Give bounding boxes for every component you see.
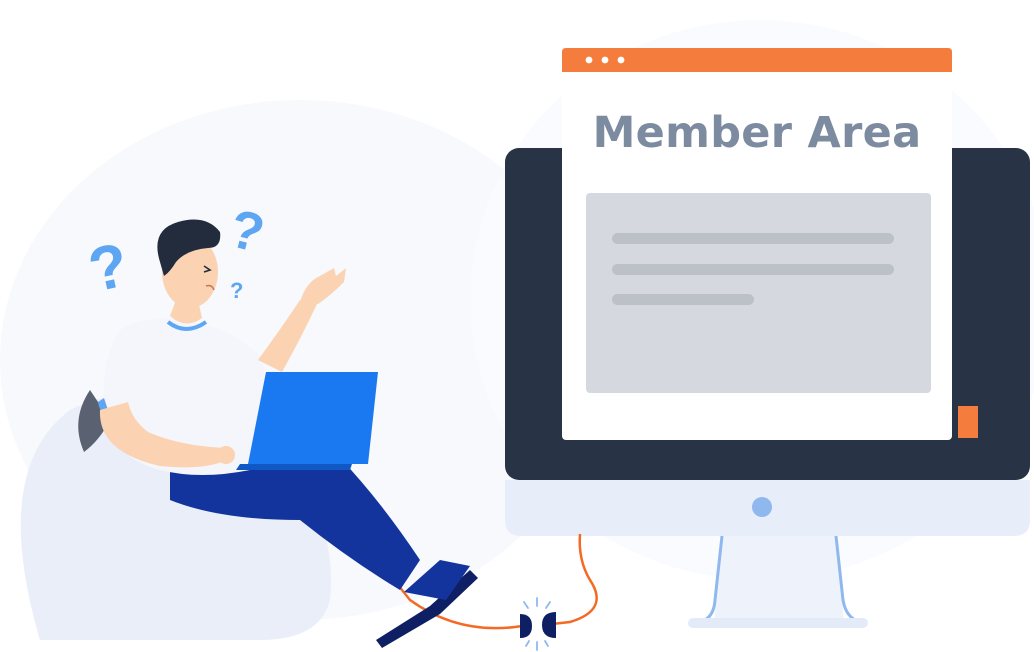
- monitor-base: [688, 618, 868, 628]
- window-shadow-accent: [958, 406, 978, 438]
- question-mark-small-icon: ?: [230, 278, 243, 303]
- content-line: [612, 264, 894, 275]
- laptop-icon: [248, 372, 378, 464]
- member-area-title: Member Area: [592, 108, 922, 158]
- plug-left-icon: [520, 614, 532, 638]
- plug-icon: [520, 597, 556, 651]
- content-line: [612, 233, 894, 244]
- window-dot-icon: [617, 56, 625, 64]
- plug-right-icon: [542, 612, 556, 638]
- window-dot-icon: [601, 56, 609, 64]
- power-button-icon: [752, 497, 772, 517]
- hand-left: [217, 446, 235, 464]
- browser-window: [562, 48, 952, 440]
- content-panel: [586, 193, 931, 393]
- window-dot-icon: [585, 56, 593, 64]
- illustration-scene: ? ? ? Member Area: [0, 0, 1034, 652]
- illustration: ? ? ?: [0, 20, 1034, 651]
- monitor-cable: [551, 533, 598, 626]
- content-line-short: [612, 294, 754, 305]
- laptop-base: [236, 464, 352, 470]
- monitor-stand: [714, 536, 844, 622]
